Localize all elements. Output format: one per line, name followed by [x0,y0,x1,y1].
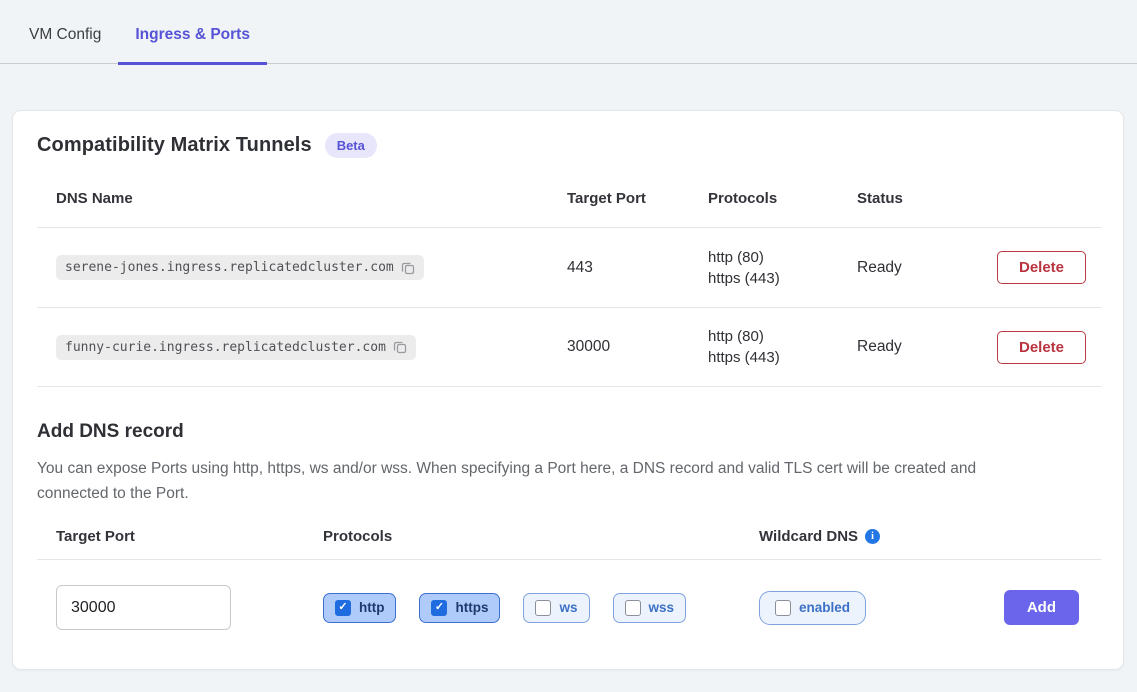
status-cell: Ready [857,338,997,356]
protocols-cell: http (80) https (443) [708,247,857,289]
tunnels-card: Compatibility Matrix Tunnels Beta DNS Na… [12,110,1124,670]
delete-button[interactable]: Delete [997,331,1086,364]
beta-badge: Beta [325,133,377,158]
dns-name-cell: serene-jones.ingress.replicatedcluster.c… [56,255,567,280]
protocol-line: http (80) [708,247,857,268]
protocols-cell: http (80) https (443) [708,326,857,368]
checkbox-wildcard-box: ✓ [775,600,791,616]
checkbox-ws-label: ws [559,600,577,615]
actions-cell: Delete [997,251,1108,284]
dns-name-pill: serene-jones.ingress.replicatedcluster.c… [56,255,424,280]
protocol-line: https (443) [708,268,857,289]
card-bottom-spacer [37,646,1101,669]
form-labels-row: Target Port Protocols Wildcard DNS i [37,528,1101,559]
col-header-status: Status [857,190,997,207]
checkbox-https-label: https [455,600,488,615]
target-port-cell: 443 [567,259,708,277]
label-wildcard-dns: Wildcard DNS i [759,528,1101,545]
tab-vm-config[interactable]: VM Config [12,0,118,65]
col-header-target-port: Target Port [567,190,708,207]
col-header-protocols: Protocols [708,190,857,207]
tunnels-table: DNS Name Target Port Protocols Status se… [37,174,1101,387]
table-header-row: DNS Name Target Port Protocols Status [37,174,1101,227]
dns-name-pill: funny-curie.ingress.replicatedcluster.co… [56,335,416,360]
target-port-cell: 30000 [567,338,708,356]
label-protocols: Protocols [323,528,759,545]
checkbox-ws-box: ✓ [535,600,551,616]
checkbox-wildcard-enabled[interactable]: ✓ enabled [759,591,866,625]
checkbox-wss-label: wss [649,600,675,615]
checkbox-https[interactable]: ✓ https [419,593,500,623]
protocol-checkbox-group: ✓ http ✓ https ✓ ws ✓ wss [323,593,759,623]
copy-icon[interactable] [393,340,407,354]
wildcard-and-submit-cell: ✓ enabled Add [759,590,1101,625]
checkbox-http-label: http [359,600,384,615]
checkbox-http[interactable]: ✓ http [323,593,396,623]
target-port-input[interactable] [56,585,231,630]
checkbox-https-box: ✓ [431,600,447,616]
card-title: Compatibility Matrix Tunnels [37,134,312,157]
checkbox-ws[interactable]: ✓ ws [523,593,589,623]
delete-button[interactable]: Delete [997,251,1086,284]
add-dns-title: Add DNS record [37,421,1101,443]
protocol-line: https (443) [708,347,857,368]
target-port-field-cell [56,585,323,630]
info-icon[interactable]: i [865,529,880,544]
actions-cell: Delete [997,331,1108,364]
add-dns-form-row: ✓ http ✓ https ✓ ws ✓ wss ✓ [37,559,1101,646]
wildcard-dns-label-text: Wildcard DNS [759,528,858,545]
dns-name-cell: funny-curie.ingress.replicatedcluster.co… [56,335,567,360]
checkbox-wss-box: ✓ [625,600,641,616]
checkbox-wildcard-label: enabled [799,600,850,615]
label-target-port: Target Port [56,528,323,545]
col-header-dns-name: DNS Name [56,190,567,207]
status-cell: Ready [857,259,997,277]
table-row: funny-curie.ingress.replicatedcluster.co… [37,307,1101,387]
protocol-line: http (80) [708,326,857,347]
add-dns-description: You can expose Ports using http, https, … [37,456,1047,506]
add-dns-section: Add DNS record You can expose Ports usin… [37,421,1101,669]
table-row: serene-jones.ingress.replicatedcluster.c… [37,227,1101,307]
tab-bar: VM Config Ingress & Ports [0,0,1137,64]
add-button[interactable]: Add [1004,590,1079,625]
dns-name-text: serene-jones.ingress.replicatedcluster.c… [65,260,394,275]
copy-icon[interactable] [401,261,415,275]
checkbox-wss[interactable]: ✓ wss [613,593,687,623]
checkbox-http-box: ✓ [335,600,351,616]
tab-ingress-ports[interactable]: Ingress & Ports [118,0,267,65]
card-title-row: Compatibility Matrix Tunnels Beta [37,133,1101,158]
dns-name-text: funny-curie.ingress.replicatedcluster.co… [65,340,386,355]
